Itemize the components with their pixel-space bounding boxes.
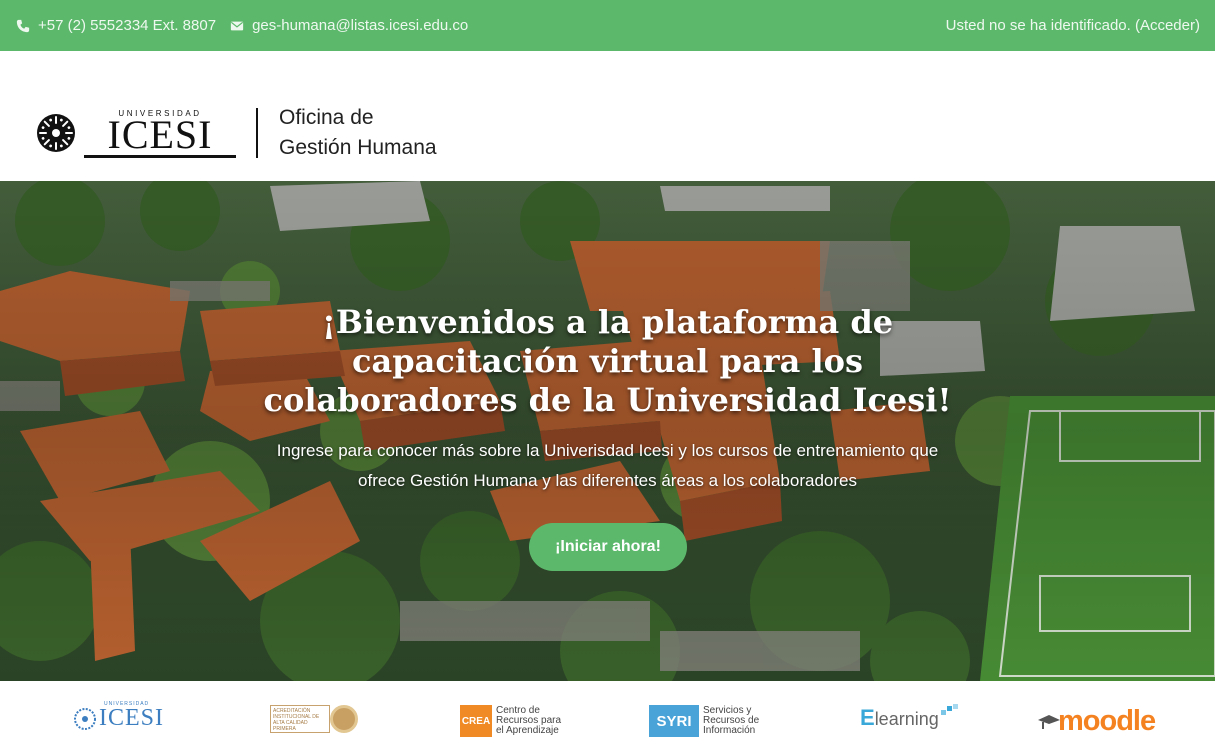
campus-aerial-image [0,181,1215,681]
office-name-line2: Gestión Humana [279,136,437,159]
top-bar: +57 (2) 5552334 Ext. 8807 ges-humana@lis… [0,0,1215,51]
syri-text: Servicios y Recursos de Información [703,705,760,736]
site-logo[interactable]: UNIVERSIDAD ICESI Oficina de Gestión Hum… [36,103,437,163]
elearning-pixels-icon [940,704,958,715]
logo-divider [256,108,258,158]
login-status-text: Usted no se ha identificado. [945,17,1131,34]
logo-underline [84,154,236,158]
icesi-seal-small-icon [74,707,96,730]
logo-wordmark: UNIVERSIDAD ICESI [84,109,236,158]
crea-badge: CREA [460,705,492,737]
office-name: Oficina de Gestión Humana [279,103,437,163]
office-name-line1: Oficina de [279,106,374,129]
partner-icesi-name: ICESI [99,705,164,731]
elearning-wordmark: Elearning [860,705,939,731]
icesi-seal-icon [37,114,75,152]
acreditacion-medal-icon [330,705,358,733]
partners-bar: UNIVERSIDAD ICESI ACREDITACIÓN INSTITUCI… [0,681,1215,755]
phone-contact: +57 (2) 5552334 Ext. 8807 [16,17,216,34]
moodle-cap-icon [1038,714,1060,729]
logo-icesi-label: ICESI [107,111,213,157]
elearning-initial: E [860,705,875,730]
acreditacion-text: ACREDITACIÓN INSTITUCIONAL DE ALTA CALID… [270,705,330,733]
email-address[interactable]: ges-humana@listas.icesi.edu.co [252,17,468,34]
partner-moodle-logo[interactable]: moodle [1038,705,1156,738]
contact-info: +57 (2) 5552334 Ext. 8807 ges-humana@lis… [16,17,482,34]
partner-icesi-logo[interactable]: UNIVERSIDAD ICESI [74,701,164,732]
syri-badge: SYRI [649,705,699,737]
hero-banner: ¡Bienvenidos a la plataforma de capacita… [0,181,1215,681]
site-header: UNIVERSIDAD ICESI Oficina de Gestión Hum… [0,51,1215,181]
hero-subtitle: Ingrese para conocer más sobre la Univer… [276,441,939,490]
crea-text: Centro de Recursos para el Aprendizaje [496,705,562,736]
email-contact[interactable]: ges-humana@listas.icesi.edu.co [230,17,468,34]
login-link[interactable]: (Acceder) [1135,17,1200,34]
partner-acreditacion-logo[interactable]: ACREDITACIÓN INSTITUCIONAL DE ALTA CALID… [270,705,358,733]
envelope-icon [230,21,244,30]
moodle-wordmark: moodle [1058,705,1156,737]
login-status: Usted no se ha identificado. (Acceder) [946,17,1200,34]
elearning-text: learning [874,709,939,729]
hero-title: ¡Bienvenidos a la plataforma de capacita… [263,303,952,419]
partner-syri-logo[interactable]: SYRI Servicios y Recursos de Información [649,705,765,737]
partner-elearning-logo[interactable]: Elearning [860,704,959,731]
phone-icon [16,19,30,32]
partner-icesi-university: UNIVERSIDAD [104,701,150,707]
phone-number: +57 (2) 5552334 Ext. 8807 [38,17,217,34]
partner-crea-logo[interactable]: CREA Centro de Recursos para el Aprendiz… [460,705,568,737]
start-now-button[interactable]: ¡Iniciar ahora! [529,523,687,571]
